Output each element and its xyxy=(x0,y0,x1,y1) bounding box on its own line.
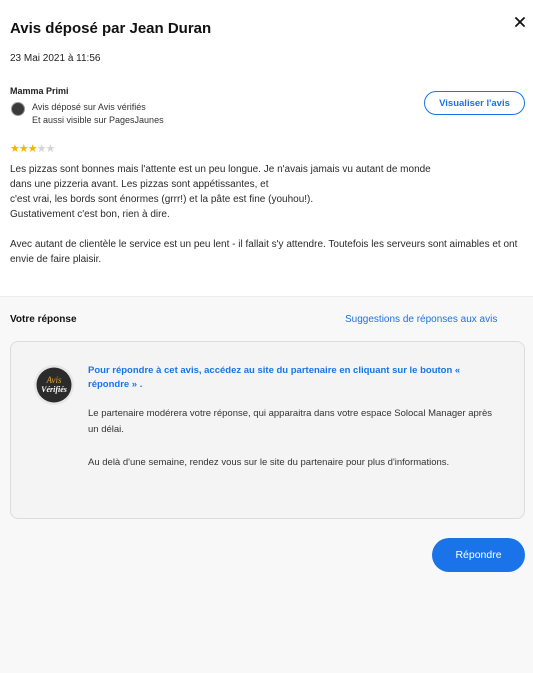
reply-button[interactable]: Répondre xyxy=(432,538,525,572)
avis-verifies-logo: Avis Vérifiés xyxy=(34,365,74,405)
star-icon: ★ xyxy=(36,143,47,155)
restaurant-name: Mamma Primi xyxy=(10,86,69,96)
review-line: Les pizzas sont bonnes mais l'attente es… xyxy=(10,164,431,175)
close-icon[interactable] xyxy=(512,14,528,30)
partner-instruction: Pour répondre à cet avis, accédez au sit… xyxy=(88,365,461,390)
star-icon: ★ xyxy=(10,143,20,155)
review-line: dans une pizzeria avant. Les pizzas sont… xyxy=(10,179,269,190)
logo-text-top: Avis xyxy=(46,375,62,385)
review-line: c'est vrai, les bords sont énormes (grrr… xyxy=(10,194,314,205)
star-icon: ★ xyxy=(45,143,56,155)
response-label: Votre réponse xyxy=(10,314,77,325)
source-text: Avis déposé sur Avis vérifiés xyxy=(32,102,146,112)
delay-note: Au delà d'une semaine, rendez vous sur l… xyxy=(88,457,450,468)
avis-verifies-icon xyxy=(11,102,25,116)
dialog-title: Avis déposé par Jean Duran xyxy=(10,20,212,37)
visibility-text: Et aussi visible sur PagesJaunes xyxy=(32,115,164,125)
star-rating: ★★★★★ xyxy=(10,142,56,155)
review-paragraph: Avec autant de clientèle le service est … xyxy=(10,239,518,265)
view-review-button[interactable]: Visualiser l'avis xyxy=(424,91,525,115)
review-date: 23 Mai 2021 à 11:56 xyxy=(10,53,101,64)
review-text: Les pizzas sont bonnes mais l'attente es… xyxy=(10,162,525,267)
review-panel: Avis déposé par Jean Duran 23 Mai 2021 à… xyxy=(0,0,533,296)
star-icon: ★ xyxy=(18,143,29,155)
moderation-note: Le partenaire modérera votre réponse, qu… xyxy=(88,408,492,435)
star-icon: ★ xyxy=(27,143,38,155)
review-line: Gustativement c'est bon, rien à dire. xyxy=(10,209,170,220)
suggestions-link[interactable]: Suggestions de réponses aux avis xyxy=(345,314,497,325)
partner-info-card: Avis Vérifiés Pour répondre à cet avis, … xyxy=(10,341,525,519)
logo-text-bottom: Vérifiés xyxy=(41,385,67,394)
